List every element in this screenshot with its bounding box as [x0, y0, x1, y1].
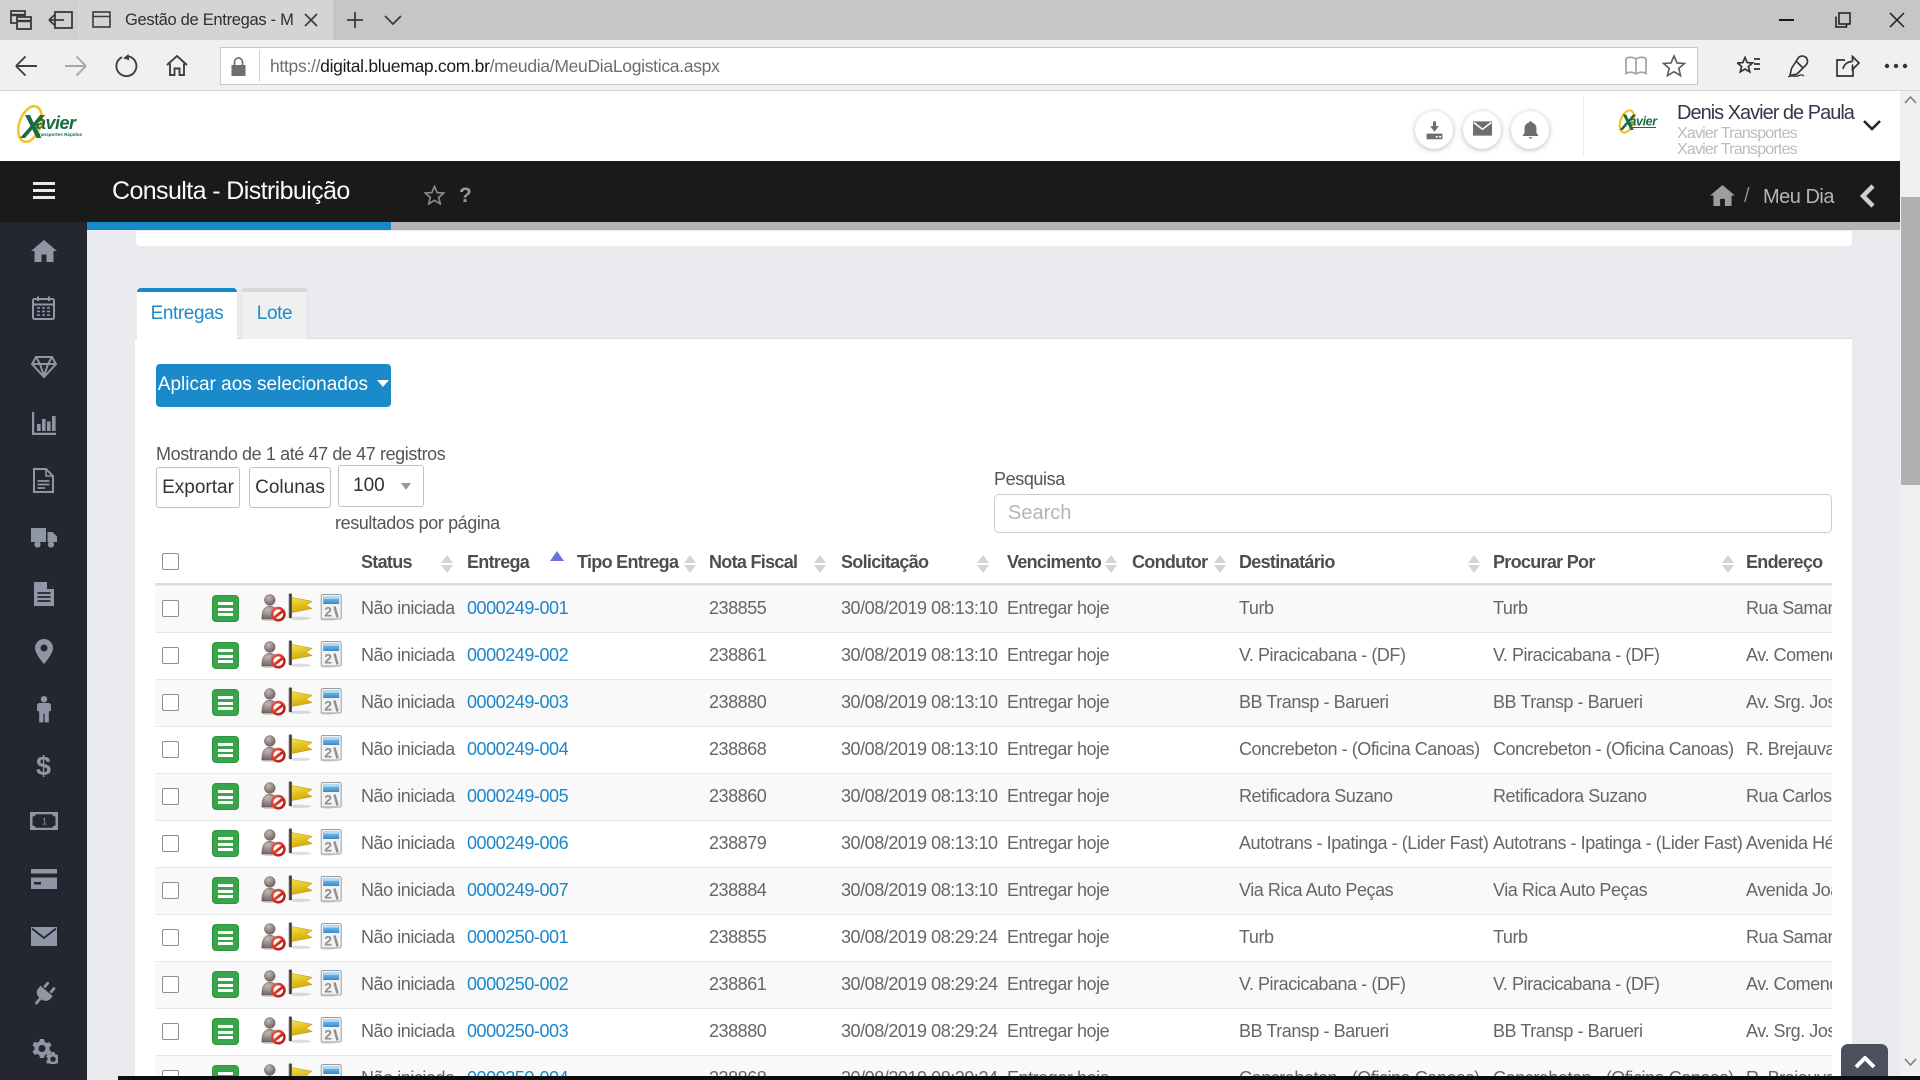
svg-text:1: 1: [42, 817, 47, 827]
svg-text:2: 2: [324, 698, 332, 714]
svg-text:2: 2: [324, 933, 332, 949]
svg-text:$: $: [36, 752, 51, 780]
svg-text:2: 2: [324, 604, 332, 620]
svg-text:avier: avier: [1630, 115, 1659, 129]
svg-text:Transportes Rápidos: Transportes Rápidos: [37, 132, 83, 137]
svg-text:2: 2: [324, 745, 332, 761]
svg-text:2: 2: [324, 792, 332, 808]
svg-text:2: 2: [324, 839, 332, 855]
svg-text:2: 2: [324, 651, 332, 667]
svg-text:2: 2: [324, 1027, 332, 1043]
svg-text:2: 2: [324, 980, 332, 996]
svg-text:avier: avier: [36, 113, 77, 133]
svg-text:2: 2: [324, 886, 332, 902]
